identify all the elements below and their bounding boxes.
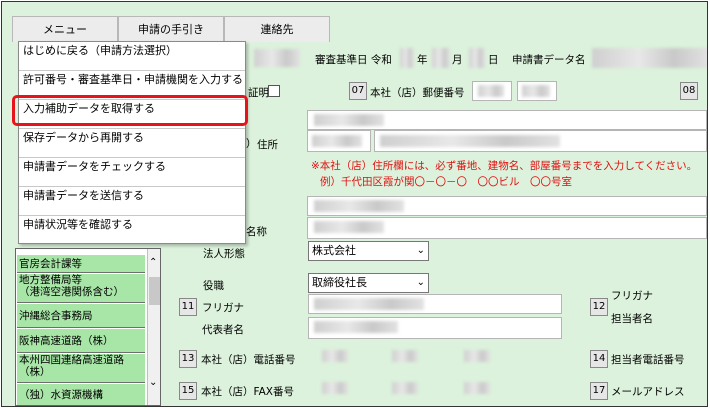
menu-item-check-status[interactable]: 申請状況等を確認する xyxy=(19,216,245,245)
email-label: メールアドレス xyxy=(611,386,685,398)
redacted-address-kana xyxy=(314,114,384,126)
chevron-down-icon[interactable]: ⌄ xyxy=(149,377,157,388)
corp-form-value: 株式会社 xyxy=(312,244,356,257)
contact-name-label: 担当者名 xyxy=(611,313,653,325)
highlight-box xyxy=(12,95,248,126)
menu-item-resume-saved[interactable]: 保存データから再開する xyxy=(19,129,245,158)
bureau-item[interactable]: （独）水資源機構 xyxy=(17,384,145,405)
address-label-paren: ） xyxy=(246,138,257,150)
chevron-down-icon: ⌄ xyxy=(416,277,425,288)
postal-label: 本社（店）郵便番号 xyxy=(370,87,465,99)
redacted-year[interactable] xyxy=(400,48,414,68)
bureau-item[interactable]: 沖縄総合事務局 xyxy=(17,304,145,328)
bureau-item[interactable]: 官房会計課等 xyxy=(17,255,145,273)
cert-checkbox[interactable] xyxy=(268,85,280,97)
phone-label: 本社（店）電話番号 xyxy=(201,354,296,366)
tab-menu[interactable]: メニュー xyxy=(12,16,118,42)
corp-form-select[interactable]: 株式会社 ⌄ xyxy=(308,241,429,261)
redacted-rep-furigana xyxy=(314,298,424,310)
redacted-postal-2 xyxy=(522,85,550,97)
redacted-month[interactable] xyxy=(432,48,450,68)
address-note-1: ※本社（店）住所欄には、必ず番地、建物名、部屋番号までを入力してください。 xyxy=(311,160,698,172)
field-number-08: 08 xyxy=(680,82,698,100)
redacted-fax-2[interactable] xyxy=(392,382,418,394)
redacted-permit-number xyxy=(254,49,300,67)
company-name-label: 名称 xyxy=(246,226,267,238)
main-panel: メニュー 申請の手引き 連絡先 審査基準日 令和 年 月 日 申請書データ名 証… xyxy=(2,2,707,406)
redacted-postal-1 xyxy=(478,85,504,97)
bureau-item[interactable]: 本州四国連絡高速道路 （株） xyxy=(17,354,145,383)
tab-contact[interactable]: 連絡先 xyxy=(224,16,330,42)
title-value: 取締役社長 xyxy=(312,276,367,289)
review-date-label: 審査基準日 令和 xyxy=(315,54,392,66)
tab-guide[interactable]: 申請の手引き xyxy=(118,16,224,42)
bureau-list-scrollbar[interactable]: ⌃ ⌄ xyxy=(147,249,160,405)
corp-form-label: 法人形態 xyxy=(203,248,245,260)
bureau-item[interactable]: 阪神高速道路（株） xyxy=(17,329,145,353)
app-data-name-label: 申請書データ名 xyxy=(512,54,586,66)
redacted-phone-2[interactable] xyxy=(392,350,418,362)
address-label: 住所 xyxy=(257,139,278,151)
furigana-label: フリガナ xyxy=(202,302,244,314)
bureau-list[interactable]: 官房会計課等 地方整備局等 （港湾空港関係含む） 沖縄総合事務局 阪神高速道路（… xyxy=(15,248,161,406)
field-number-13: 13 xyxy=(179,350,197,368)
redacted-rep-name xyxy=(314,321,398,333)
redacted-fax-1[interactable] xyxy=(322,382,348,394)
chevron-down-icon: ⌄ xyxy=(416,245,425,256)
fax-label: 本社（店）FAX番号 xyxy=(201,386,294,398)
year-label: 年 xyxy=(417,54,428,66)
redacted-name-kana xyxy=(314,200,404,212)
main-dropdown-menu: はじめに戻る（申請方法選択） 許可番号・審査基準日・申請機関を入力する 入力補助… xyxy=(18,41,246,244)
redacted-phone-1[interactable] xyxy=(322,350,348,362)
furigana2-label: フリガナ xyxy=(611,290,653,302)
screen-frame: メニュー 申請の手引き 連絡先 審査基準日 令和 年 月 日 申請書データ名 証… xyxy=(1,1,708,407)
field-number-11: 11 xyxy=(179,298,197,316)
field-number-07: 07 xyxy=(349,82,367,100)
cert-label: 証明 xyxy=(248,87,269,99)
day-label: 日 xyxy=(488,54,499,66)
bureau-item[interactable]: 地方整備局等 （港湾空港関係含む） xyxy=(17,274,145,303)
address-note-2: 例）千代田区霞が関〇－〇－〇 〇〇ビル 〇〇号室 xyxy=(320,176,572,188)
menu-item-check-data[interactable]: 申請書データをチェックする xyxy=(19,158,245,187)
chevron-up-icon[interactable]: ⌃ xyxy=(149,257,157,268)
top-nav: メニュー 申請の手引き 連絡先 xyxy=(12,16,330,42)
field-number-12: 12 xyxy=(590,298,608,316)
field-number-15: 15 xyxy=(179,382,197,400)
field-number-14: 14 xyxy=(590,350,608,368)
redacted-day[interactable] xyxy=(469,48,485,68)
redacted-address-detail xyxy=(380,135,560,147)
redacted-fax-3[interactable] xyxy=(464,382,490,394)
month-label: 月 xyxy=(452,54,463,66)
title-select[interactable]: 取締役社長 ⌄ xyxy=(308,273,429,293)
redacted-app-data-name[interactable] xyxy=(592,48,707,68)
scrollbar-thumb[interactable] xyxy=(149,277,160,305)
redacted-phone-3[interactable] xyxy=(464,350,490,362)
rep-name-label: 代表者名 xyxy=(202,324,244,336)
menu-item-back-to-start[interactable]: はじめに戻る（申請方法選択） xyxy=(19,42,245,71)
menu-item-send-data[interactable]: 申請書データを送信する xyxy=(19,187,245,216)
contact-phone-label: 担当者電話番号 xyxy=(611,354,685,366)
redacted-pref xyxy=(312,135,362,147)
field-number-17: 17 xyxy=(590,382,608,400)
title-label: 役職 xyxy=(203,280,224,292)
redacted-company-name xyxy=(314,221,384,233)
